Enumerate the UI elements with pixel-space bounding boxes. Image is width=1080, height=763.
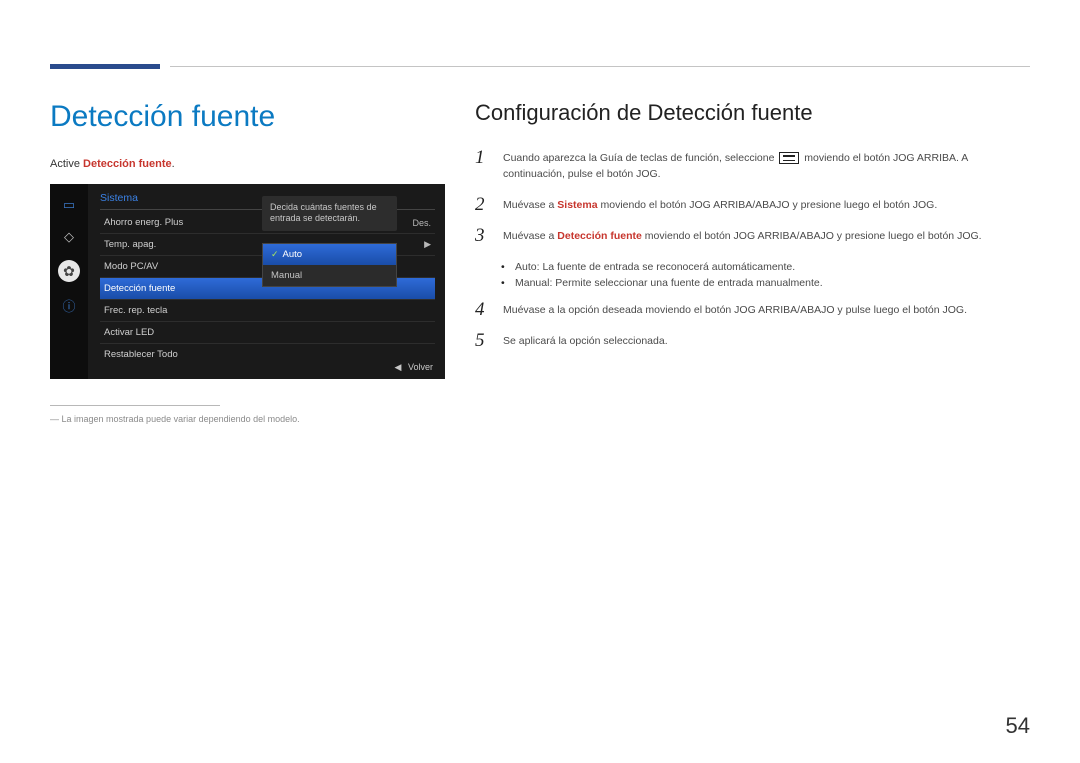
- step-5: 5 Se aplicará la opción seleccionada.: [475, 333, 1010, 350]
- step-number: 5: [475, 331, 489, 350]
- osd-item-label: Activar LED: [104, 327, 154, 338]
- header-accent-bar: [50, 64, 160, 69]
- osd-item-label: Detección fuente: [104, 283, 175, 294]
- osd-menu-item: Activar LED: [100, 322, 435, 344]
- bullet-text: : Permite seleccionar una fuente de entr…: [549, 277, 822, 289]
- step-text: Muévase a Sistema moviendo el botón JOG …: [503, 197, 937, 213]
- bullet-manual: Manual: Permite seleccionar una fuente d…: [501, 275, 1010, 292]
- osd-item-label: Restablecer Todo: [104, 349, 178, 360]
- intro-suffix: .: [172, 158, 175, 170]
- osd-submenu-item: Manual: [263, 265, 396, 286]
- osd-item-label: Temp. apag.: [104, 239, 156, 250]
- step-text: Muévase a la opción deseada moviendo el …: [503, 302, 967, 318]
- intro-text: Active Detección fuente.: [50, 158, 445, 170]
- step-number: 3: [475, 226, 489, 245]
- bullet-auto: Auto: La fuente de entrada se reconocerá…: [501, 259, 1010, 276]
- osd-menu-item: Frec. rep. tecla: [100, 300, 435, 322]
- bullet-label: Auto: [515, 261, 537, 273]
- footnote-text: La imagen mostrada puede variar dependie…: [50, 414, 445, 424]
- step-2: 2 Muévase a Sistema moviendo el botón JO…: [475, 197, 1010, 214]
- step-highlight: Detección fuente: [557, 230, 642, 242]
- back-arrow-icon: ◀: [395, 362, 402, 372]
- osd-sidebar: ▭ ◇ ✿ ⓘ: [50, 184, 88, 379]
- step-highlight: Sistema: [557, 199, 597, 211]
- osd-item-value: ▶: [424, 239, 431, 250]
- step-text: Muévase a Detección fuente moviendo el b…: [503, 228, 982, 244]
- page-number: 54: [1006, 713, 1030, 739]
- section-title: Detección fuente: [50, 100, 445, 134]
- step-number: 4: [475, 300, 489, 319]
- menu-icon: [779, 152, 799, 164]
- step-number: 1: [475, 148, 489, 167]
- step-text-part: Muévase a: [503, 230, 557, 242]
- osd-item-label: Ahorro energ. Plus: [104, 217, 183, 228]
- intro-highlight: Detección fuente: [83, 158, 172, 170]
- osd-submenu-item-selected: Auto: [263, 244, 396, 265]
- step-text-part: Cuando aparezca la Guía de teclas de fun…: [503, 152, 777, 164]
- monitor-icon: ▭: [60, 196, 78, 214]
- step-text-part: moviendo el botón JOG ARRIBA/ABAJO y pre…: [598, 199, 938, 211]
- osd-item-label: Frec. rep. tecla: [104, 305, 167, 316]
- gear-icon: ✿: [58, 260, 80, 282]
- step-number: 2: [475, 195, 489, 214]
- osd-menu-item: Restablecer Todo: [100, 344, 435, 365]
- intro-prefix: Active: [50, 158, 83, 170]
- target-icon: ◇: [60, 228, 78, 246]
- subsection-title: Configuración de Detección fuente: [475, 100, 1010, 126]
- osd-submenu: Auto Manual: [262, 243, 397, 287]
- info-icon: ⓘ: [60, 296, 78, 314]
- osd-help-note: Decida cuántas fuentes de entrada se det…: [262, 196, 397, 231]
- bullet-label: Manual: [515, 277, 549, 289]
- footnote-rule: [50, 405, 220, 406]
- step-text: Cuando aparezca la Guía de teclas de fun…: [503, 150, 1010, 183]
- osd-screenshot: ▭ ◇ ✿ ⓘ Sistema Ahorro energ. Plus Des. …: [50, 184, 445, 379]
- step-3: 3 Muévase a Detección fuente moviendo el…: [475, 228, 1010, 245]
- osd-footer: ◀ Volver: [391, 362, 433, 373]
- header-rule: [170, 66, 1030, 67]
- step-text: Se aplicará la opción seleccionada.: [503, 333, 668, 349]
- step-text-part: moviendo el botón JOG ARRIBA/ABAJO y pre…: [642, 230, 982, 242]
- step-4: 4 Muévase a la opción deseada moviendo e…: [475, 302, 1010, 319]
- bullet-text: : La fuente de entrada se reconocerá aut…: [537, 261, 796, 273]
- osd-footer-label: Volver: [408, 362, 433, 372]
- osd-item-label: Modo PC/AV: [104, 261, 158, 272]
- osd-item-value: Des.: [412, 218, 431, 228]
- step-text-part: Muévase a: [503, 199, 557, 211]
- step-1: 1 Cuando aparezca la Guía de teclas de f…: [475, 150, 1010, 183]
